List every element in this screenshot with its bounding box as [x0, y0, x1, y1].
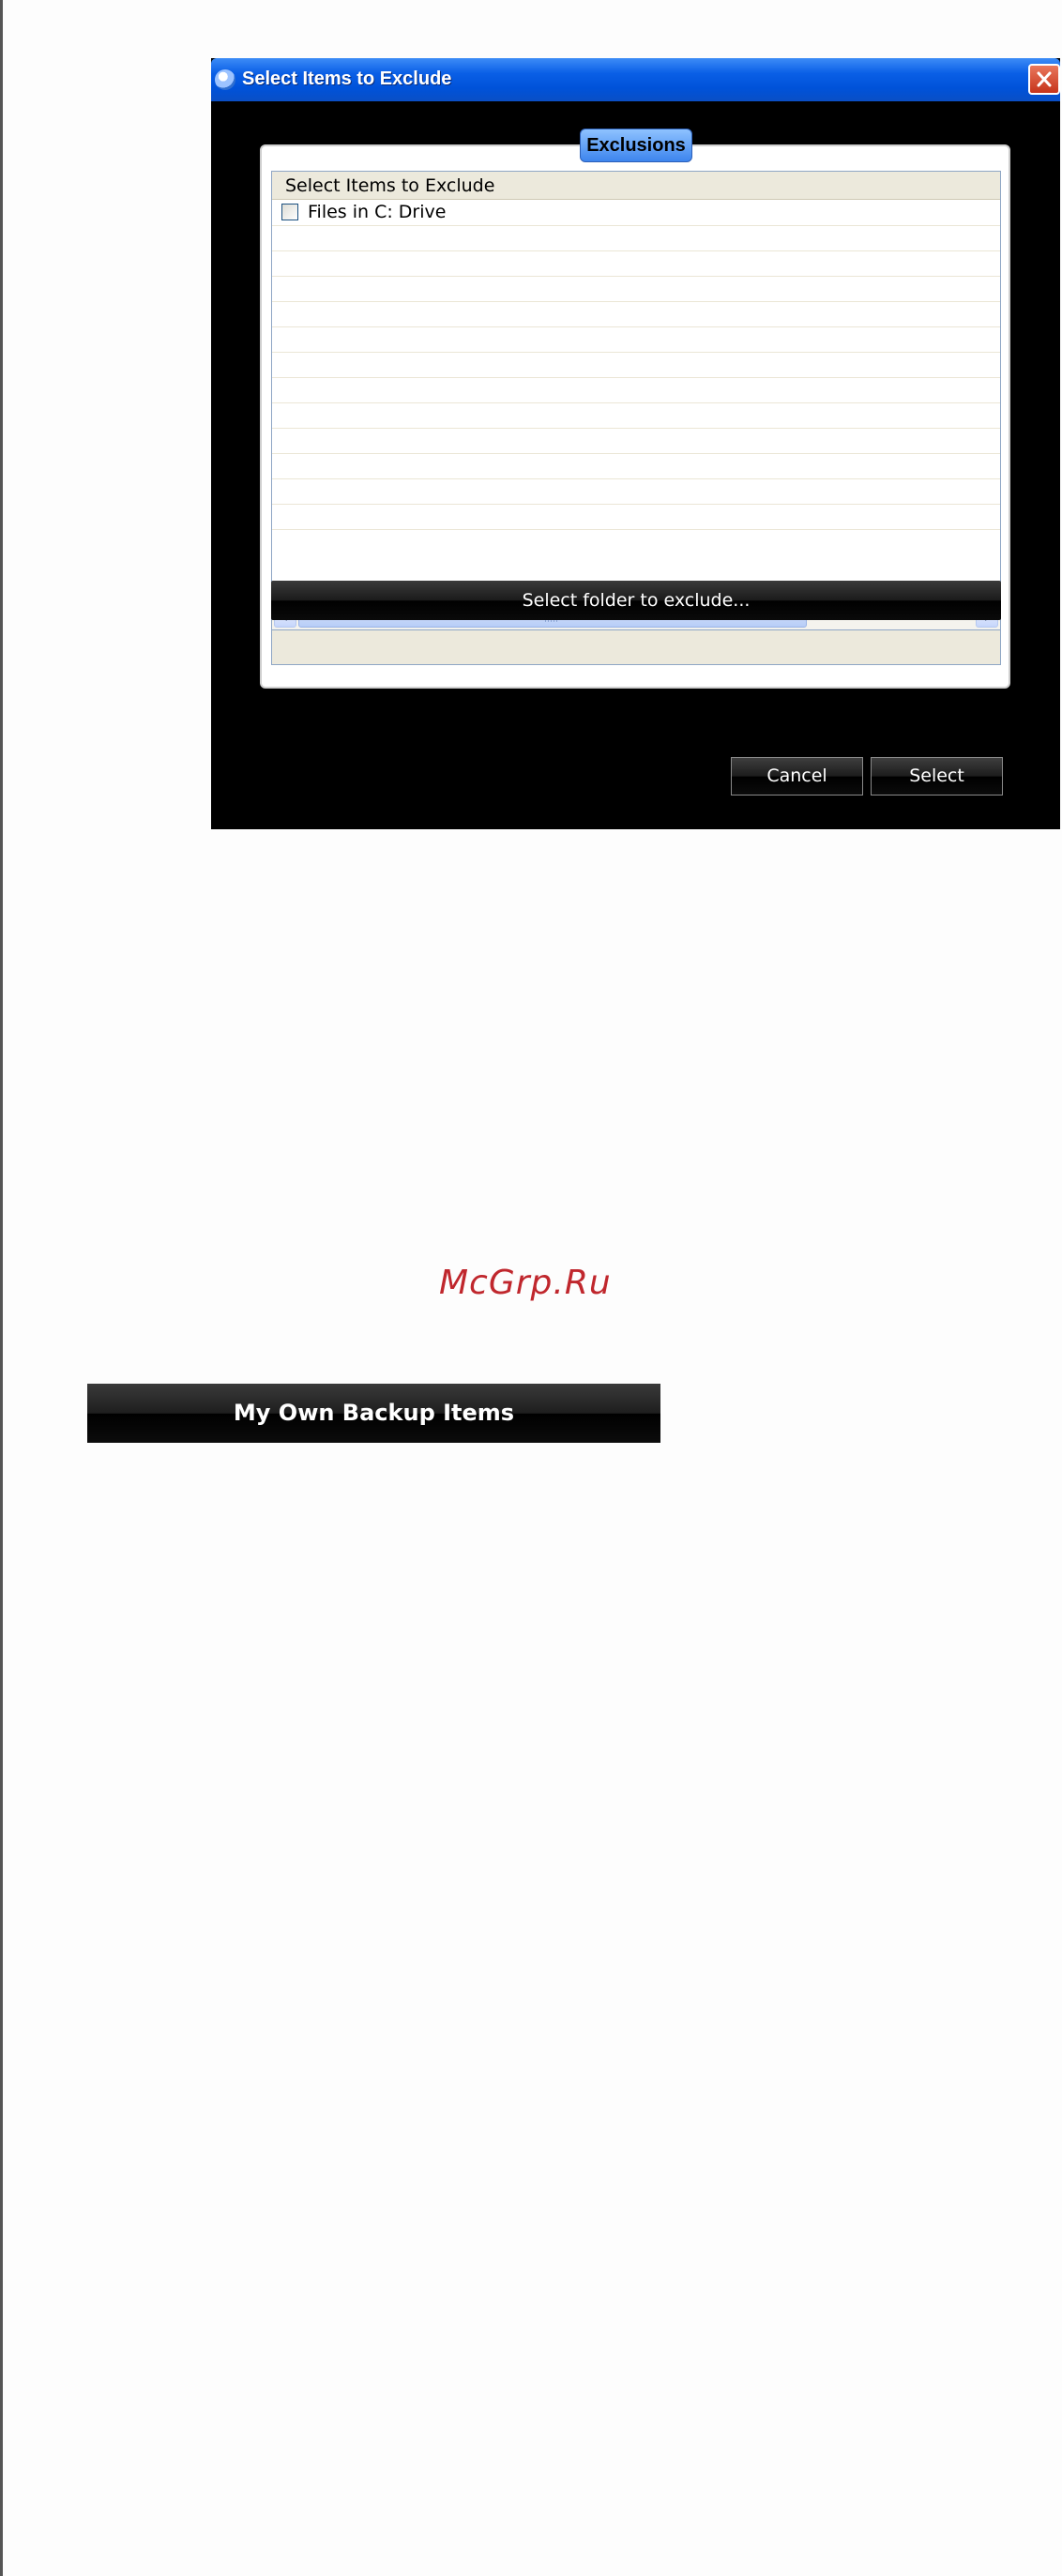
exclude-items-list[interactable]: Select Items to Exclude Files in C: Driv… [271, 171, 1001, 630]
files-in-c-drive-checkbox[interactable] [281, 204, 298, 220]
list-rows: Files in C: Drive [272, 201, 1000, 530]
cancel-button[interactable]: Cancel [731, 757, 863, 796]
title-bar[interactable]: Select Items to Exclude [211, 58, 1060, 101]
empty-row [272, 277, 1000, 302]
watermark-logo: McGrp.Ru [439, 1264, 612, 1302]
empty-row [272, 353, 1000, 378]
select-folder-button[interactable]: Select folder to exclude... [271, 581, 1001, 620]
select-button[interactable]: Select [871, 757, 1003, 796]
empty-row [272, 403, 1000, 429]
my-own-backup-items-bar[interactable]: My Own Backup Items [87, 1384, 660, 1443]
list-item[interactable]: Files in C: Drive [272, 201, 1000, 226]
empty-row [272, 479, 1000, 505]
list-item-label: Files in C: Drive [308, 202, 447, 222]
tab-exclusions[interactable]: Exclusions [580, 129, 692, 162]
folder-path-field[interactable] [271, 629, 1001, 665]
empty-row [272, 429, 1000, 454]
empty-row [272, 454, 1000, 479]
exclude-dialog: Select Items to Exclude Exclusions Selec… [211, 58, 1060, 829]
close-button[interactable] [1028, 64, 1060, 95]
list-column-header[interactable]: Select Items to Exclude [272, 172, 1000, 200]
empty-row [272, 378, 1000, 403]
close-icon [1037, 71, 1052, 87]
empty-row [272, 226, 1000, 251]
page-left-rule [0, 0, 3, 2576]
dialog-title: Select Items to Exclude [242, 68, 452, 89]
empty-row [272, 251, 1000, 277]
empty-row [272, 302, 1000, 327]
empty-row [272, 327, 1000, 353]
empty-row [272, 505, 1000, 530]
app-icon [215, 69, 235, 90]
